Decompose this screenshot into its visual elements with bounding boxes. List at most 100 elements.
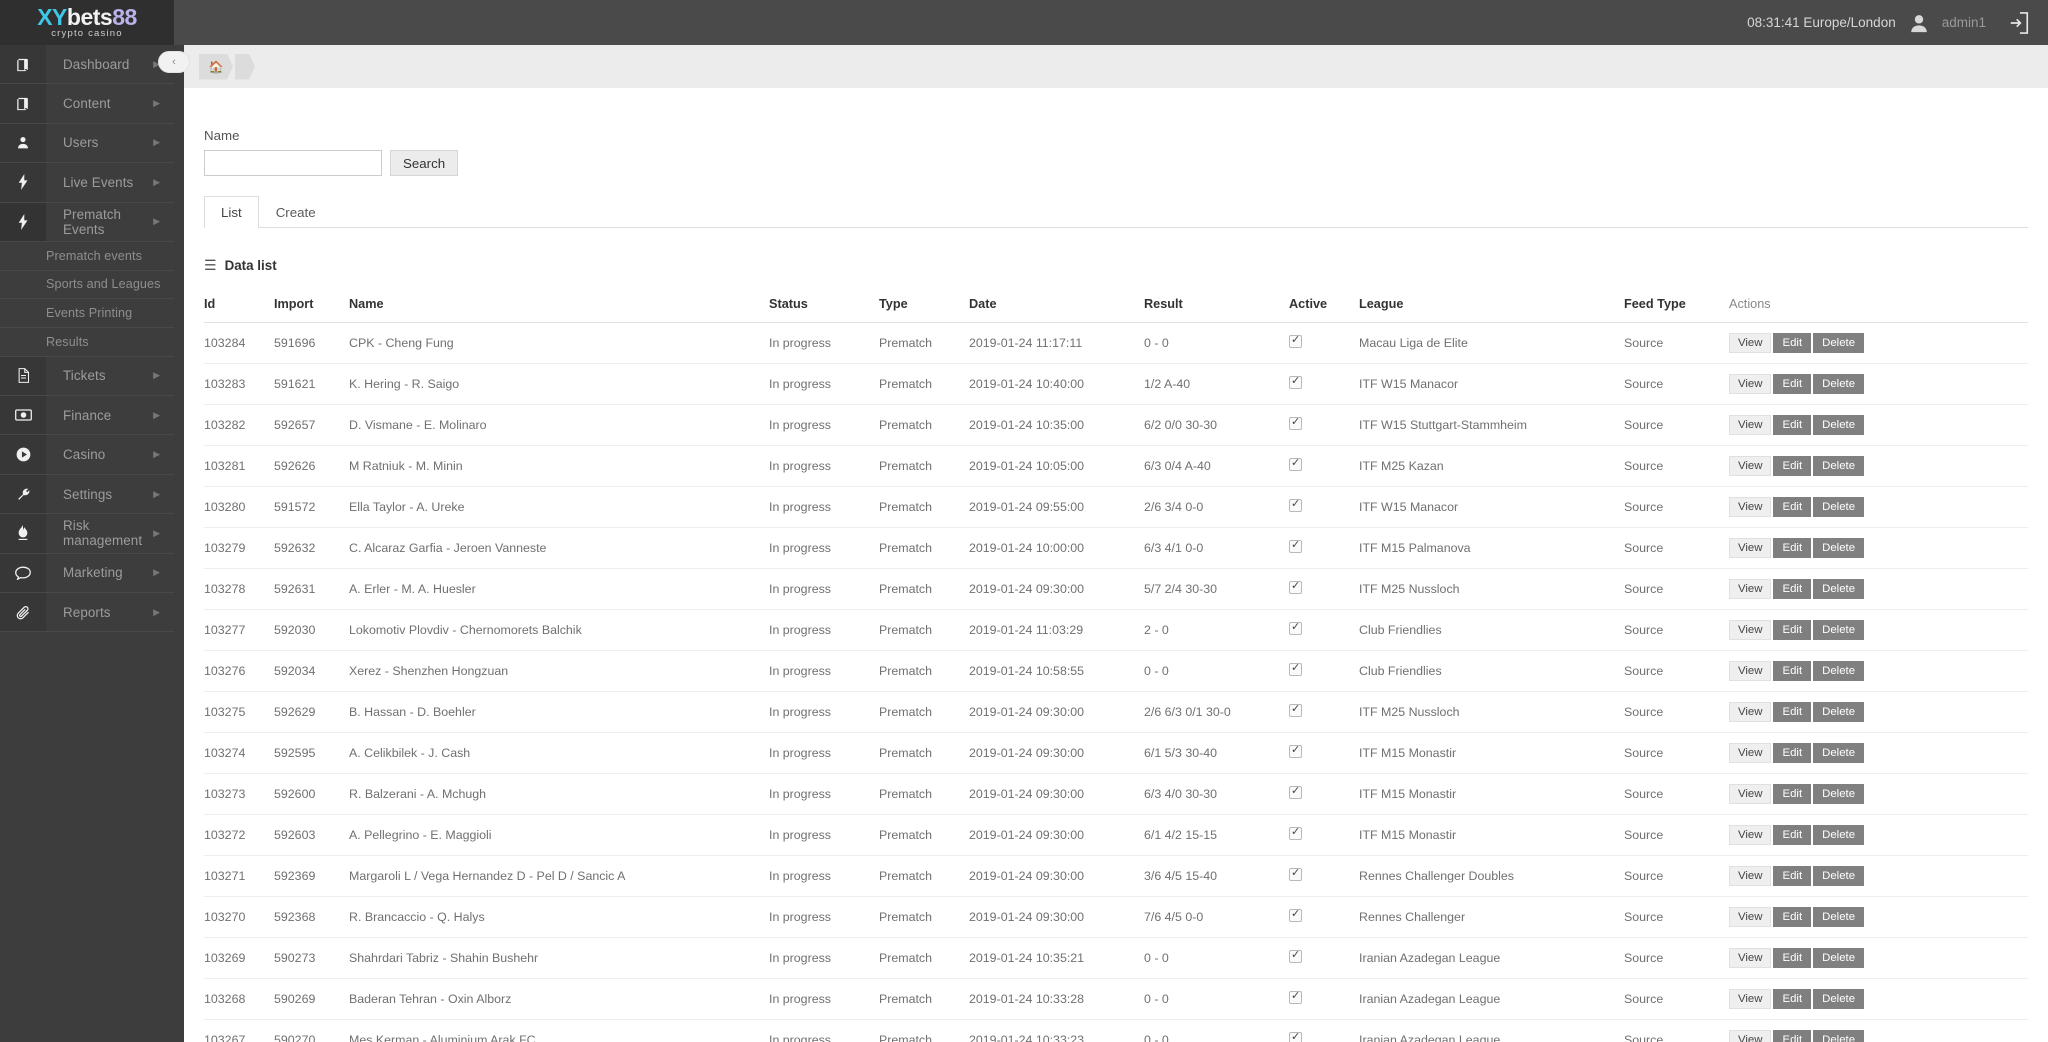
tab-create[interactable]: Create	[259, 196, 333, 228]
sidebar-item-dashboard[interactable]: Dashboard ▶	[0, 45, 174, 85]
edit-button[interactable]: Edit	[1773, 743, 1812, 763]
active-checkbox[interactable]	[1289, 743, 1302, 758]
view-button[interactable]: View	[1729, 661, 1772, 681]
edit-button[interactable]: Edit	[1773, 784, 1812, 804]
delete-button[interactable]: Delete	[1813, 866, 1865, 886]
logout-icon[interactable]	[2008, 11, 2030, 35]
view-button[interactable]: View	[1729, 825, 1772, 845]
active-checkbox[interactable]	[1289, 538, 1302, 553]
delete-button[interactable]: Delete	[1813, 948, 1865, 968]
delete-button[interactable]: Delete	[1813, 620, 1865, 640]
sidebar-collapse-button[interactable]: ‹	[158, 51, 190, 73]
cell-actions: View Edit Delete	[1729, 486, 2028, 528]
active-checkbox[interactable]	[1289, 1030, 1302, 1042]
active-checkbox[interactable]	[1289, 620, 1302, 635]
view-button[interactable]: View	[1729, 538, 1772, 558]
edit-button[interactable]: Edit	[1773, 825, 1812, 845]
delete-button[interactable]: Delete	[1813, 1030, 1865, 1042]
sidebar-item-casino[interactable]: Casino ▶	[0, 435, 174, 475]
view-button[interactable]: View	[1729, 907, 1772, 927]
cell-active	[1289, 404, 1359, 446]
edit-button[interactable]: Edit	[1773, 333, 1812, 353]
active-checkbox[interactable]	[1289, 907, 1302, 922]
view-button[interactable]: View	[1729, 784, 1772, 804]
view-button[interactable]: View	[1729, 702, 1772, 722]
sidebar-item-prematch-events[interactable]: Prematch events	[0, 241, 174, 271]
edit-button[interactable]: Edit	[1773, 579, 1812, 599]
edit-button[interactable]: Edit	[1773, 948, 1812, 968]
edit-button[interactable]: Edit	[1773, 538, 1812, 558]
view-button[interactable]: View	[1729, 866, 1772, 886]
view-button[interactable]: View	[1729, 989, 1772, 1009]
view-button[interactable]: View	[1729, 948, 1772, 968]
active-checkbox[interactable]	[1289, 784, 1302, 799]
view-button[interactable]: View	[1729, 1030, 1772, 1042]
edit-button[interactable]: Edit	[1773, 1030, 1812, 1042]
delete-button[interactable]: Delete	[1813, 333, 1865, 353]
sidebar-item-settings[interactable]: Settings ▶	[0, 474, 174, 515]
active-checkbox[interactable]	[1289, 825, 1302, 840]
active-checkbox[interactable]	[1289, 866, 1302, 881]
view-button[interactable]: View	[1729, 456, 1772, 476]
sidebar-item-prematch-events[interactable]: Prematch Events ▶	[0, 202, 174, 242]
active-checkbox[interactable]	[1289, 497, 1302, 512]
sidebar-item-tickets[interactable]: Tickets ▶	[0, 356, 174, 397]
home-icon[interactable]: 🏠	[199, 53, 233, 80]
delete-button[interactable]: Delete	[1813, 743, 1865, 763]
sidebar-item-users[interactable]: Users ▶	[0, 123, 174, 164]
view-button[interactable]: View	[1729, 497, 1772, 517]
delete-button[interactable]: Delete	[1813, 989, 1865, 1009]
edit-button[interactable]: Edit	[1773, 866, 1812, 886]
sidebar-item-content[interactable]: Content ▶	[0, 84, 174, 124]
delete-button[interactable]: Delete	[1813, 374, 1865, 394]
active-checkbox[interactable]	[1289, 456, 1302, 471]
active-checkbox[interactable]	[1289, 333, 1302, 348]
sidebar-item-finance[interactable]: Finance ▶	[0, 396, 174, 436]
sidebar-item-events-printing[interactable]: Events Printing	[0, 299, 174, 329]
cell-type: Prematch	[879, 322, 969, 364]
active-checkbox[interactable]	[1289, 415, 1302, 430]
delete-button[interactable]: Delete	[1813, 702, 1865, 722]
sidebar-item-results[interactable]: Results	[0, 328, 174, 357]
delete-button[interactable]: Delete	[1813, 907, 1865, 927]
delete-button[interactable]: Delete	[1813, 784, 1865, 804]
delete-button[interactable]: Delete	[1813, 661, 1865, 681]
view-button[interactable]: View	[1729, 620, 1772, 640]
delete-button[interactable]: Delete	[1813, 825, 1865, 845]
edit-button[interactable]: Edit	[1773, 620, 1812, 640]
delete-button[interactable]: Delete	[1813, 456, 1865, 476]
active-checkbox[interactable]	[1289, 948, 1302, 963]
sidebar-item-live-events[interactable]: Live Events ▶	[0, 163, 174, 203]
view-button[interactable]: View	[1729, 374, 1772, 394]
active-checkbox[interactable]	[1289, 661, 1302, 676]
active-checkbox[interactable]	[1289, 374, 1302, 389]
delete-button[interactable]: Delete	[1813, 579, 1865, 599]
active-checkbox[interactable]	[1289, 702, 1302, 717]
edit-button[interactable]: Edit	[1773, 497, 1812, 517]
delete-button[interactable]: Delete	[1813, 538, 1865, 558]
active-checkbox[interactable]	[1289, 579, 1302, 594]
edit-button[interactable]: Edit	[1773, 374, 1812, 394]
edit-button[interactable]: Edit	[1773, 415, 1812, 435]
view-button[interactable]: View	[1729, 333, 1772, 353]
search-input[interactable]	[204, 150, 382, 176]
delete-button[interactable]: Delete	[1813, 415, 1865, 435]
view-button[interactable]: View	[1729, 415, 1772, 435]
view-button[interactable]: View	[1729, 579, 1772, 599]
view-button[interactable]: View	[1729, 743, 1772, 763]
edit-button[interactable]: Edit	[1773, 456, 1812, 476]
sidebar-item-sports-and-leagues[interactable]: Sports and Leagues	[0, 270, 174, 300]
sidebar-item-marketing[interactable]: Marketing ▶	[0, 553, 174, 594]
edit-button[interactable]: Edit	[1773, 661, 1812, 681]
avatar-icon[interactable]	[1908, 12, 1930, 34]
tab-list[interactable]: List	[204, 196, 259, 228]
edit-button[interactable]: Edit	[1773, 989, 1812, 1009]
active-checkbox[interactable]	[1289, 989, 1302, 1004]
delete-button[interactable]: Delete	[1813, 497, 1865, 517]
edit-button[interactable]: Edit	[1773, 702, 1812, 722]
edit-button[interactable]: Edit	[1773, 907, 1812, 927]
sidebar-item-risk-management[interactable]: Risk management ▶	[0, 514, 174, 554]
brand-logo[interactable]: XYbets88 crypto casino	[0, 0, 174, 45]
search-button[interactable]: Search	[390, 150, 459, 176]
sidebar-item-reports[interactable]: Reports ▶	[0, 593, 174, 633]
